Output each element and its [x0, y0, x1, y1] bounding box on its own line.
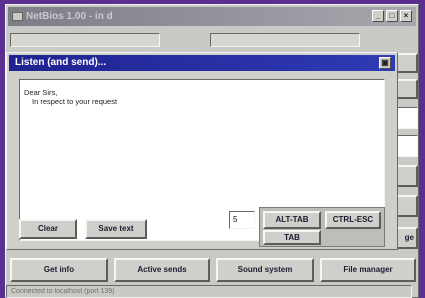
ctrl-esc-button[interactable]: CTRL-ESC [325, 211, 381, 229]
window-menu-icon[interactable] [12, 12, 23, 21]
get-info-button[interactable]: Get info [10, 258, 108, 282]
file-manager-button[interactable]: File manager [320, 258, 416, 282]
dialog-titlebar: Listen (and send)... ▣ [9, 55, 395, 71]
dialog-close-icon[interactable]: ▣ [379, 57, 391, 69]
sound-system-button[interactable]: Sound system [216, 258, 314, 282]
tab-button[interactable]: TAB [263, 230, 321, 245]
alt-tab-button[interactable]: ALT-TAB [263, 211, 321, 229]
text-line: In respect to your request [32, 97, 118, 106]
main-titlebar: NetBios 1.00 - in d _ □ × [8, 7, 416, 26]
close-icon[interactable]: × [400, 10, 412, 22]
desktop: { "main": { "title": "NetBios 1.00 - in … [0, 0, 425, 298]
active-sends-button[interactable]: Active sends [114, 258, 210, 282]
status-text: Connected to localhost (port 139) [11, 288, 115, 295]
key-count-field[interactable]: 5 [229, 211, 255, 229]
main-title: NetBios 1.00 - in d [26, 11, 113, 22]
save-text-button[interactable]: Save text [85, 219, 147, 239]
status-bar: Connected to localhost (port 139) [6, 285, 412, 298]
maximize-icon[interactable]: □ [386, 10, 398, 22]
listen-dialog: Listen (and send)... ▣ Dear Sirs, In res… [6, 52, 398, 250]
clear-button[interactable]: Clear [19, 219, 77, 239]
dialog-title: Listen (and send)... [15, 57, 107, 68]
top-input-right[interactable] [210, 33, 360, 47]
top-input-left[interactable] [10, 33, 160, 47]
top-field-area [10, 29, 414, 51]
text-line: Dear Sirs, [24, 88, 58, 97]
listen-text: Dear Sirs, In respect to your request [20, 80, 384, 114]
minimize-icon[interactable]: _ [372, 10, 384, 22]
